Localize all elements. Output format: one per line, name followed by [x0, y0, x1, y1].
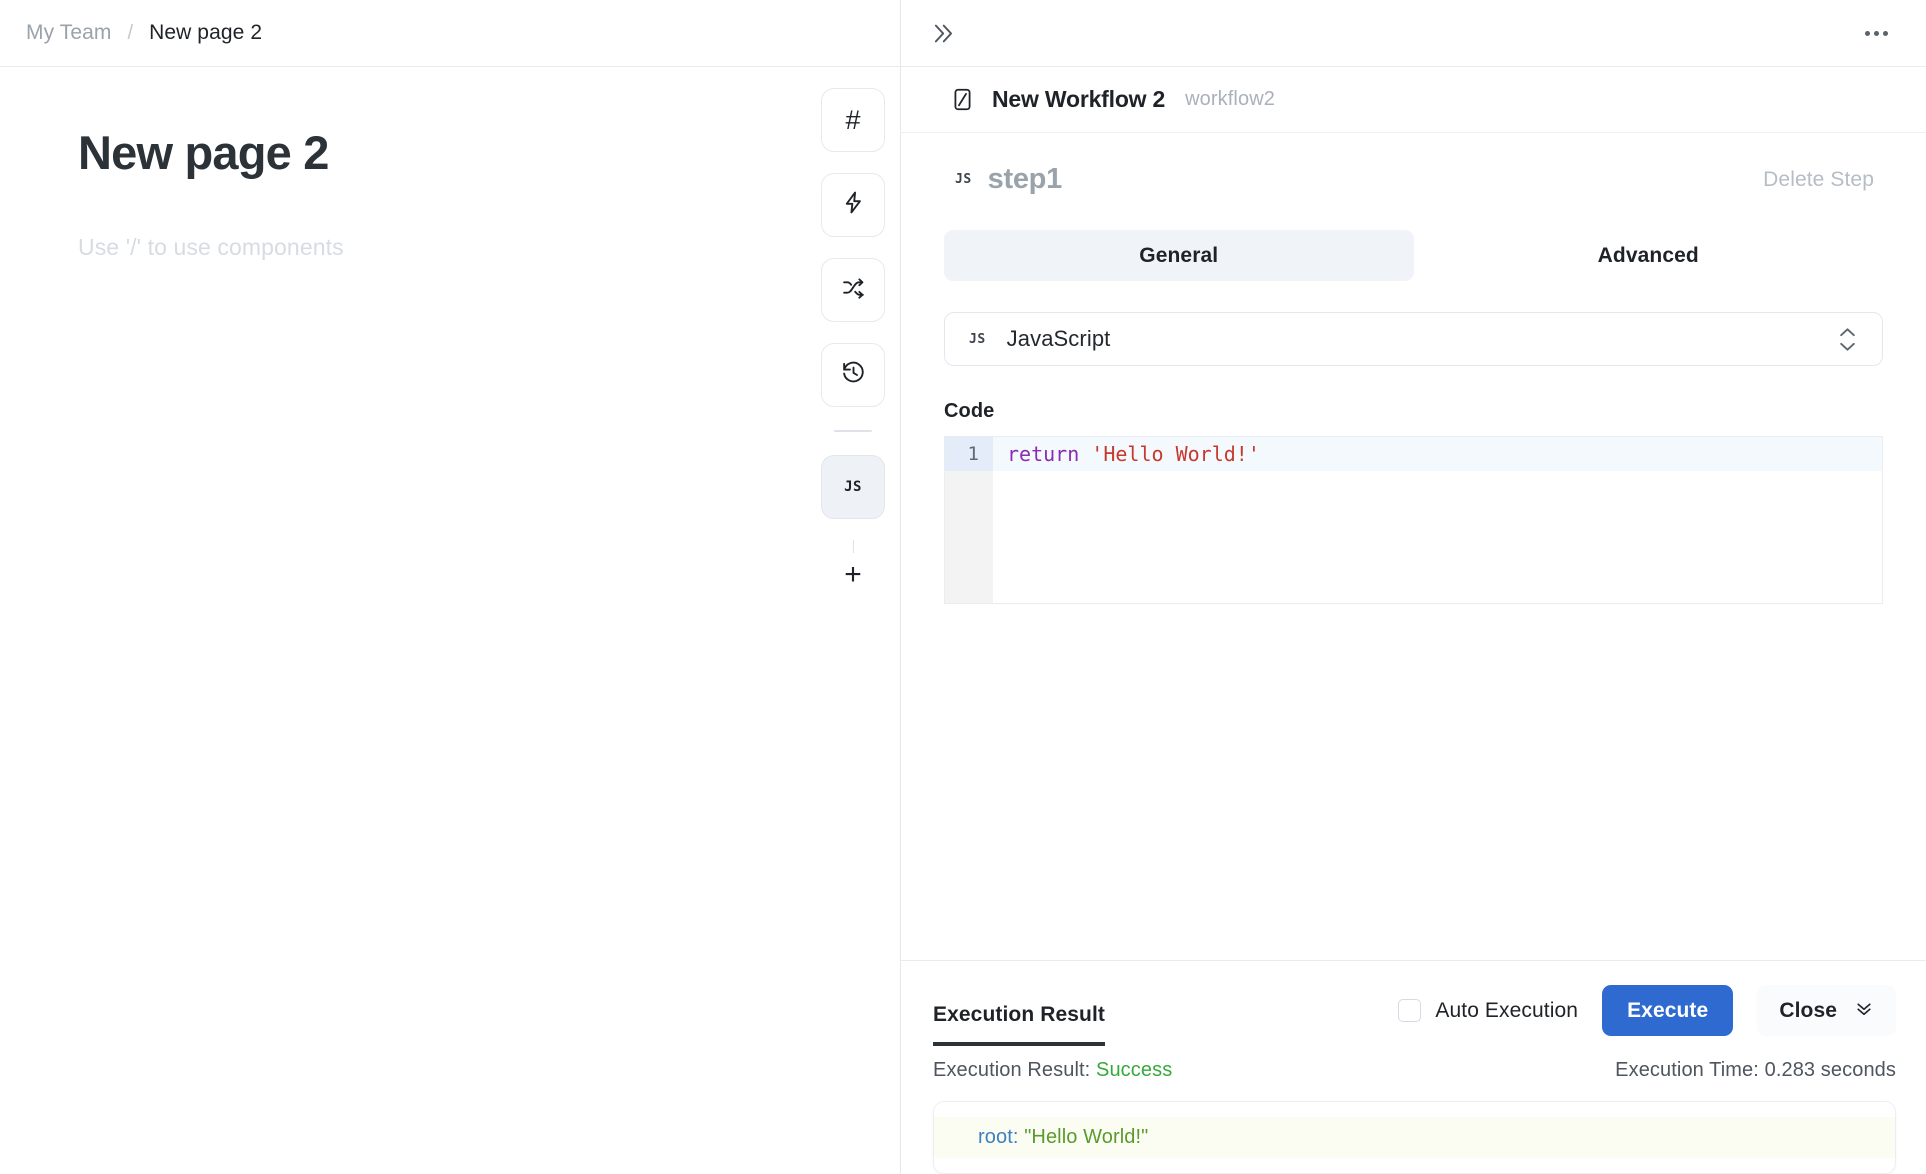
- branch-icon: [841, 275, 866, 305]
- workflow-id: workflow2: [1185, 88, 1275, 110]
- app-root: My Team / New page 2 New page 2 Use '/' …: [0, 0, 1926, 1174]
- code-token-keyword: return: [1007, 442, 1080, 466]
- close-button[interactable]: Close: [1757, 985, 1896, 1036]
- page-title[interactable]: New page 2: [78, 127, 900, 179]
- workflow-icon: [949, 87, 975, 113]
- execution-result-row[interactable]: root: "Hello World!": [934, 1117, 1895, 1158]
- panel-content: JS step1 Delete Step General Advanced JS…: [901, 133, 1926, 960]
- result-value: "Hello World!": [1024, 1126, 1149, 1148]
- workflow-title-bar: New Workflow 2 workflow2: [901, 67, 1926, 133]
- workflow-name[interactable]: New Workflow 2: [992, 86, 1165, 113]
- execution-status: Execution Result: Success: [933, 1059, 1172, 1082]
- document-body: New page 2 Use '/' to use components: [0, 67, 900, 261]
- js-icon: JS: [955, 172, 972, 187]
- language-select[interactable]: JS JavaScript: [944, 312, 1883, 366]
- delete-step-button[interactable]: Delete Step: [1763, 168, 1884, 192]
- step-tabs: General Advanced: [933, 230, 1894, 281]
- breadcrumb-team[interactable]: My Team: [26, 21, 112, 45]
- document-placeholder[interactable]: Use '/' to use components: [78, 234, 900, 261]
- execution-result-box: root: "Hello World!": [933, 1101, 1896, 1174]
- line-number: 1: [945, 437, 993, 471]
- status-badge: Success: [1096, 1059, 1173, 1081]
- auto-execution-checkbox[interactable]: [1398, 999, 1422, 1022]
- code-editor[interactable]: 1 return 'Hello World!': [944, 436, 1883, 604]
- execute-button[interactable]: Execute: [1602, 985, 1734, 1036]
- heading-icon: #: [845, 104, 861, 135]
- editor-code-area[interactable]: return 'Hello World!': [993, 437, 1882, 603]
- execution-status-label: Execution Result:: [933, 1059, 1091, 1081]
- breadcrumb: My Team / New page 2: [26, 21, 262, 45]
- toolbar-divider: [834, 430, 872, 432]
- breadcrumb-page[interactable]: New page 2: [149, 21, 262, 45]
- execution-actions: Auto Execution Execute Close: [1398, 985, 1896, 1046]
- result-key: root:: [978, 1126, 1019, 1148]
- language-select-value: JS JavaScript: [969, 326, 1110, 352]
- code-token-string: 'Hello World!': [1091, 442, 1260, 466]
- tab-execution-result[interactable]: Execution Result: [933, 1003, 1105, 1046]
- toolbar-connector: [852, 540, 854, 553]
- tab-advanced[interactable]: Advanced: [1414, 230, 1884, 281]
- add-step-button[interactable]: +: [833, 555, 873, 595]
- toolbar-button-js-step[interactable]: JS: [821, 455, 885, 519]
- more-horizontal-icon[interactable]: [1857, 23, 1896, 44]
- js-icon: JS: [969, 331, 986, 347]
- breadcrumb-separator: /: [127, 21, 134, 44]
- close-button-label: Close: [1779, 998, 1837, 1022]
- auto-execution-label: Auto Execution: [1435, 998, 1579, 1022]
- auto-execution-toggle[interactable]: Auto Execution: [1398, 999, 1578, 1023]
- editor-gutter: 1: [945, 437, 993, 603]
- js-icon: JS: [844, 479, 862, 495]
- toolbar-button-automation[interactable]: [821, 173, 885, 237]
- toolbar-button-workflow[interactable]: [821, 258, 885, 322]
- code-line[interactable]: return 'Hello World!': [993, 437, 1882, 471]
- language-select-wrapper: JS JavaScript: [933, 312, 1894, 366]
- toolbar-button-heading[interactable]: #: [821, 88, 885, 152]
- workflow-panel: New Workflow 2 workflow2 JS step1 Delete…: [900, 0, 1926, 1174]
- document-pane: My Team / New page 2 New page 2 Use '/' …: [0, 0, 900, 1174]
- step-identity: JS step1: [955, 163, 1062, 196]
- chevron-up-down-icon[interactable]: [1839, 327, 1866, 352]
- tab-general[interactable]: General: [944, 230, 1414, 281]
- chevron-double-right-icon[interactable]: [928, 20, 955, 47]
- code-label: Code: [944, 400, 995, 422]
- toolbar-button-history[interactable]: [821, 343, 885, 407]
- component-toolbar: # JS +: [820, 88, 886, 595]
- lightning-icon: [841, 190, 866, 220]
- language-label: JavaScript: [1006, 326, 1111, 351]
- chevron-double-down-icon: [1854, 998, 1874, 1024]
- step-name[interactable]: step1: [988, 163, 1063, 196]
- execution-header: Execution Result Auto Execution Execute …: [901, 961, 1926, 1046]
- execution-time: Execution Time: 0.283 seconds: [1615, 1059, 1896, 1081]
- document-header: My Team / New page 2: [0, 0, 900, 67]
- panel-topbar: [901, 0, 1926, 67]
- step-header: JS step1 Delete Step: [933, 133, 1894, 196]
- execution-meta: Execution Result: Success Execution Time…: [901, 1046, 1926, 1082]
- execution-section: Execution Result Auto Execution Execute …: [901, 960, 1926, 1174]
- history-icon: [841, 360, 866, 390]
